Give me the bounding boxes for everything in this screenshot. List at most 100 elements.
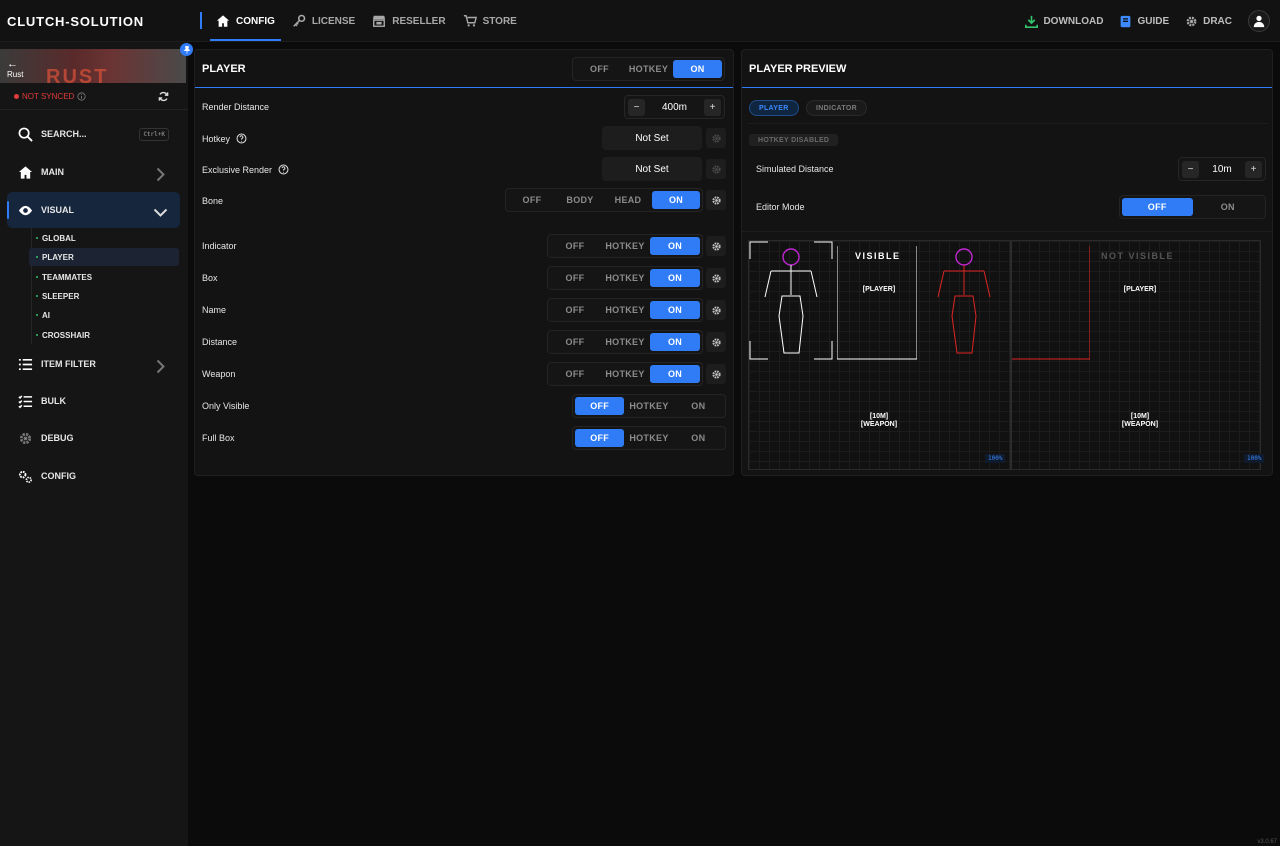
sidebar-item-label: VISUAL bbox=[41, 205, 75, 215]
user-menu[interactable]: DRAC bbox=[1185, 15, 1232, 28]
game-banner[interactable]: RUST ← Rust bbox=[0, 49, 186, 83]
box-settings-button[interactable] bbox=[706, 268, 726, 288]
sidebar-subitem-crosshair[interactable]: CROSSHAIR bbox=[29, 326, 179, 344]
nav-store[interactable]: STORE bbox=[457, 0, 523, 42]
hotkey-label: Hotkey bbox=[202, 133, 231, 144]
option-off[interactable]: OFF bbox=[575, 397, 625, 415]
nav-reseller[interactable]: RESELLER bbox=[366, 0, 451, 42]
sidebar-item-config[interactable]: CONFIG bbox=[7, 458, 180, 494]
bone-toggle[interactable]: OFF BODY HEAD ON bbox=[505, 188, 703, 212]
gear-icon bbox=[711, 337, 721, 347]
sidebar-item-item-filter[interactable]: ITEM FILTER bbox=[7, 346, 180, 382]
option-hotkey[interactable]: HOTKEY bbox=[624, 60, 673, 78]
only-visible-toggle[interactable]: OFF HOTKEY ON bbox=[572, 394, 726, 418]
nav-license[interactable]: LICENSE bbox=[286, 0, 361, 42]
option-off[interactable]: OFF bbox=[550, 365, 600, 383]
sidebar-subitem-teammates[interactable]: TEAMMATES bbox=[29, 268, 179, 286]
option-off[interactable]: OFF bbox=[575, 429, 625, 447]
option-on[interactable]: ON bbox=[674, 397, 723, 415]
search-icon bbox=[18, 127, 33, 142]
sidebar-subitem-player[interactable]: PLAYER bbox=[29, 248, 179, 266]
full-box-toggle[interactable]: OFF HOTKEY ON bbox=[572, 426, 726, 450]
sidebar-item-visual[interactable]: VISUAL bbox=[7, 192, 180, 228]
hotkey-disabled-badge: HOTKEY DISABLED bbox=[749, 134, 839, 146]
visible-title: VISIBLE bbox=[855, 251, 901, 261]
search-button[interactable]: SEARCH... Ctrl+K bbox=[7, 116, 180, 152]
hotkey-button[interactable]: Not Set bbox=[602, 126, 702, 150]
sidebar-item-main[interactable]: MAIN bbox=[7, 154, 180, 190]
option-on[interactable]: ON bbox=[650, 333, 700, 351]
refresh-icon[interactable] bbox=[158, 91, 169, 102]
weapon-toggle[interactable]: OFF HOTKEY ON bbox=[547, 362, 703, 386]
help-icon[interactable] bbox=[236, 133, 247, 144]
render-distance-stepper[interactable]: − 400m + bbox=[624, 95, 725, 119]
option-head[interactable]: HEAD bbox=[604, 191, 652, 209]
info-icon[interactable] bbox=[77, 92, 86, 101]
option-on[interactable]: ON bbox=[673, 60, 722, 78]
plus-icon[interactable]: + bbox=[703, 98, 721, 116]
option-off[interactable]: OFF bbox=[550, 237, 600, 255]
download-button[interactable]: DOWNLOAD bbox=[1025, 15, 1103, 28]
gear-icon bbox=[711, 273, 721, 283]
player-mode-toggle[interactable]: OFF HOTKEY ON bbox=[572, 57, 725, 81]
option-on[interactable]: ON bbox=[674, 429, 723, 447]
distance-label: Distance bbox=[202, 337, 238, 347]
distance-settings-button[interactable] bbox=[706, 332, 726, 352]
option-off[interactable]: OFF bbox=[575, 60, 624, 78]
help-icon[interactable] bbox=[278, 164, 289, 175]
option-hotkey[interactable]: HOTKEY bbox=[600, 365, 650, 383]
sidebar-item-bulk[interactable]: BULK bbox=[7, 383, 180, 419]
option-off[interactable]: OFF bbox=[1122, 198, 1193, 216]
option-hotkey[interactable]: HOTKEY bbox=[624, 429, 673, 447]
preview-canvas[interactable]: VISIBLE NOT VISIBLE [PLAYER] [10M] [WEAP… bbox=[748, 240, 1265, 470]
sidebar-item-debug[interactable]: DEBUG bbox=[7, 420, 180, 456]
option-on[interactable]: ON bbox=[650, 365, 700, 383]
avatar[interactable] bbox=[1248, 10, 1270, 32]
option-on[interactable]: ON bbox=[652, 191, 700, 209]
sidebar-item-label: ITEM FILTER bbox=[41, 359, 96, 369]
indicator-settings-button[interactable] bbox=[706, 236, 726, 256]
minus-icon[interactable]: − bbox=[1182, 160, 1199, 178]
brand-title: CLUTCH-SOLUTION bbox=[7, 14, 144, 29]
distance-toggle[interactable]: OFF HOTKEY ON bbox=[547, 330, 703, 354]
exclusive-render-button[interactable]: Not Set bbox=[602, 157, 702, 181]
tab-indicator[interactable]: INDICATOR bbox=[806, 100, 867, 116]
bone-settings-button[interactable] bbox=[706, 190, 726, 210]
status-dot bbox=[36, 295, 38, 297]
option-hotkey[interactable]: HOTKEY bbox=[624, 397, 673, 415]
weapon-settings-button[interactable] bbox=[706, 364, 726, 384]
option-off[interactable]: OFF bbox=[550, 301, 600, 319]
sidebar-subitem-sleeper[interactable]: SLEEPER bbox=[29, 287, 179, 305]
only-visible-label: Only Visible bbox=[202, 401, 250, 411]
box-toggle[interactable]: OFF HOTKEY ON bbox=[547, 266, 703, 290]
simulated-distance-stepper[interactable]: − 10m + bbox=[1178, 157, 1266, 181]
hotkey-settings-button[interactable] bbox=[706, 128, 726, 148]
option-on[interactable]: ON bbox=[650, 269, 700, 287]
exclusive-settings-button[interactable] bbox=[706, 159, 726, 179]
option-on[interactable]: ON bbox=[1193, 198, 1264, 216]
nav-config[interactable]: CONFIG bbox=[210, 0, 281, 42]
option-body[interactable]: BODY bbox=[556, 191, 604, 209]
option-hotkey[interactable]: HOTKEY bbox=[600, 333, 650, 351]
indicator-toggle[interactable]: OFF HOTKEY ON bbox=[547, 234, 703, 258]
editor-mode-toggle[interactable]: OFF ON bbox=[1119, 195, 1266, 219]
option-hotkey[interactable]: HOTKEY bbox=[600, 301, 650, 319]
sidebar-subitem-ai[interactable]: AI bbox=[29, 306, 179, 324]
name-settings-button[interactable] bbox=[706, 300, 726, 320]
tab-player[interactable]: PLAYER bbox=[749, 100, 799, 116]
status-dot bbox=[36, 256, 38, 258]
name-toggle[interactable]: OFF HOTKEY ON bbox=[547, 298, 703, 322]
option-off[interactable]: OFF bbox=[550, 269, 600, 287]
minus-icon[interactable]: − bbox=[628, 98, 645, 116]
option-hotkey[interactable]: HOTKEY bbox=[600, 269, 650, 287]
option-off[interactable]: OFF bbox=[550, 333, 600, 351]
pin-button[interactable] bbox=[180, 43, 193, 56]
option-off[interactable]: OFF bbox=[508, 191, 556, 209]
back-arrow-icon[interactable]: ← bbox=[7, 58, 18, 70]
option-hotkey[interactable]: HOTKEY bbox=[600, 237, 650, 255]
sidebar-subitem-global[interactable]: GLOBAL bbox=[29, 229, 179, 247]
option-on[interactable]: ON bbox=[650, 237, 700, 255]
plus-icon[interactable]: + bbox=[1244, 160, 1262, 178]
option-on[interactable]: ON bbox=[650, 301, 700, 319]
guide-button[interactable]: GUIDE bbox=[1119, 15, 1169, 28]
